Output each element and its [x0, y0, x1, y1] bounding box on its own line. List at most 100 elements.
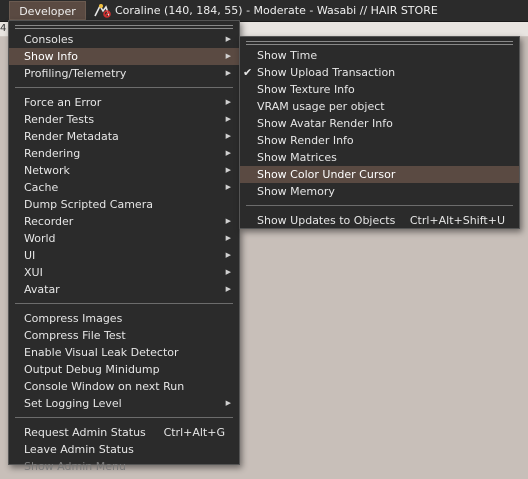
menu-item-recorder[interactable]: Recorder ▶: [9, 213, 239, 230]
menu-item-label: Show Info: [24, 50, 78, 63]
shortcut-label: Ctrl+Alt+G: [163, 426, 225, 439]
menu-item-show-info[interactable]: Show Info ▶: [9, 48, 239, 65]
menu-item-label: Dump Scripted Camera: [24, 198, 153, 211]
submenu-arrow-icon: ▶: [225, 52, 231, 60]
menu-item-label: VRAM usage per object: [257, 100, 385, 113]
menu-item-label: Show Matrices: [257, 151, 337, 164]
menu-item-label: World: [24, 232, 56, 245]
submenu-arrow-icon: ▶: [225, 285, 231, 293]
menu-item-label: Enable Visual Leak Detector: [24, 346, 179, 359]
menu-separator: [15, 87, 233, 88]
menu-item-rendering[interactable]: Rendering ▶: [9, 145, 239, 162]
menu-item-ui[interactable]: UI ▶: [9, 247, 239, 264]
developer-menu-button[interactable]: Developer: [9, 1, 86, 20]
menu-item-label: Render Metadata: [24, 130, 119, 143]
menu-item-label: Show Color Under Cursor: [257, 168, 396, 181]
menu-item-label: Cache: [24, 181, 59, 194]
show-info-submenu: Show Time ✔ Show Upload Transaction Show…: [239, 36, 520, 229]
developer-dropdown-menu: Consoles ▶ Show Info ▶ Profiling/Telemet…: [8, 20, 240, 473]
menu-item-label: Request Admin Status: [24, 426, 146, 439]
menu-separator: [246, 205, 513, 206]
submenu-item-show-upload-transaction[interactable]: ✔ Show Upload Transaction: [240, 64, 519, 81]
submenu-item-show-memory[interactable]: Show Memory: [240, 183, 519, 200]
menu-item-label: Leave Admin Status: [24, 443, 134, 456]
submenu-item-show-color-under-cursor[interactable]: Show Color Under Cursor: [240, 166, 519, 183]
menu-separator: [15, 417, 233, 418]
avatar-location-icon[interactable]: [92, 2, 112, 19]
tear-off-line: [246, 41, 513, 42]
submenu-item-show-matrices[interactable]: Show Matrices: [240, 149, 519, 166]
menu-item-label: Console Window on next Run: [24, 380, 185, 393]
shortcut-label: Ctrl+Alt+Shift+U: [409, 214, 505, 227]
menu-item-world[interactable]: World ▶: [9, 230, 239, 247]
menu-item-output-debug-minidump[interactable]: Output Debug Minidump: [9, 361, 239, 378]
menu-item-label: Compress Images: [24, 312, 123, 325]
menu-item-label: Network: [24, 164, 70, 177]
menu-item-label: Show Upload Transaction: [257, 66, 396, 79]
menu-item-xui[interactable]: XUI ▶: [9, 264, 239, 281]
menu-item-render-metadata[interactable]: Render Metadata ▶: [9, 128, 239, 145]
menu-item-label: Force an Error: [24, 96, 102, 109]
menu-item-leave-admin-status[interactable]: Leave Admin Status: [9, 441, 239, 458]
submenu-arrow-icon: ▶: [225, 183, 231, 191]
menu-item-label: Show Admin Menu: [24, 460, 126, 473]
submenu-arrow-icon: ▶: [225, 268, 231, 276]
menu-item-label: Output Debug Minidump: [24, 363, 160, 376]
menu-item-compress-images[interactable]: Compress Images: [9, 310, 239, 327]
checkmark-icon: ✔: [243, 66, 253, 79]
submenu-arrow-icon: ▶: [225, 166, 231, 174]
submenu-item-show-time[interactable]: Show Time: [240, 47, 519, 64]
menu-item-label: Avatar: [24, 283, 60, 296]
menu-item-console-window-next-run[interactable]: Console Window on next Run: [9, 378, 239, 395]
menu-item-label: Compress File Test: [24, 329, 126, 342]
submenu-arrow-icon: ▶: [225, 217, 231, 225]
menu-item-label: Show Time: [257, 49, 318, 62]
submenu-arrow-icon: ▶: [225, 132, 231, 140]
tear-off-line: [246, 44, 513, 45]
tear-off-handle[interactable]: [9, 21, 239, 31]
submenu-arrow-icon: ▶: [225, 35, 231, 43]
submenu-item-show-updates-to-objects[interactable]: Show Updates to Objects Ctrl+Alt+Shift+U: [240, 212, 519, 229]
tear-off-handle[interactable]: [240, 37, 519, 47]
submenu-arrow-icon: ▶: [225, 234, 231, 242]
menu-item-label: Show Memory: [257, 185, 335, 198]
submenu-item-vram-usage-per-object[interactable]: VRAM usage per object: [240, 98, 519, 115]
menu-item-dump-scripted-camera[interactable]: Dump Scripted Camera: [9, 196, 239, 213]
submenu-arrow-icon: ▶: [225, 149, 231, 157]
submenu-arrow-icon: ▶: [225, 251, 231, 259]
menu-item-cache[interactable]: Cache ▶: [9, 179, 239, 196]
menu-item-enable-visual-leak-detector[interactable]: Enable Visual Leak Detector: [9, 344, 239, 361]
menu-item-label: Consoles: [24, 33, 74, 46]
submenu-item-show-texture-info[interactable]: Show Texture Info: [240, 81, 519, 98]
menu-item-request-admin-status[interactable]: Request Admin Status Ctrl+Alt+G: [9, 424, 239, 441]
menu-item-label: Show Avatar Render Info: [257, 117, 393, 130]
location-text: Coraline (140, 184, 55) - Moderate - Was…: [115, 4, 438, 17]
menu-item-avatar[interactable]: Avatar ▶: [9, 281, 239, 298]
menu-item-compress-file-test[interactable]: Compress File Test: [9, 327, 239, 344]
top-menu-bar: Developer Coraline (140, 184, 55) - Mode…: [0, 0, 528, 22]
submenu-arrow-icon: ▶: [225, 98, 231, 106]
tear-off-line: [15, 25, 233, 26]
submenu-item-show-avatar-render-info[interactable]: Show Avatar Render Info: [240, 115, 519, 132]
tear-off-line: [15, 28, 233, 29]
submenu-arrow-icon: ▶: [225, 115, 231, 123]
menu-item-force-an-error[interactable]: Force an Error ▶: [9, 94, 239, 111]
menu-item-label: Set Logging Level: [24, 397, 122, 410]
menu-separator: [15, 303, 233, 304]
menu-item-label: Show Render Info: [257, 134, 354, 147]
menu-item-label: Recorder: [24, 215, 74, 228]
menu-item-set-logging-level[interactable]: Set Logging Level ▶: [9, 395, 239, 412]
submenu-arrow-icon: ▶: [225, 399, 231, 407]
submenu-arrow-icon: ▶: [225, 69, 231, 77]
menu-item-label: Profiling/Telemetry: [24, 67, 127, 80]
menu-item-consoles[interactable]: Consoles ▶: [9, 31, 239, 48]
menu-item-profiling-telemetry[interactable]: Profiling/Telemetry ▶: [9, 65, 239, 82]
menu-item-label: Render Tests: [24, 113, 95, 126]
menu-item-label: UI: [24, 249, 36, 262]
menu-item-network[interactable]: Network ▶: [9, 162, 239, 179]
menu-item-render-tests[interactable]: Render Tests ▶: [9, 111, 239, 128]
menu-item-label: Show Texture Info: [257, 83, 355, 96]
submenu-item-show-render-info[interactable]: Show Render Info: [240, 132, 519, 149]
menu-item-label: Show Updates to Objects: [257, 214, 396, 227]
viewer-strip-text: 4: [0, 23, 7, 34]
